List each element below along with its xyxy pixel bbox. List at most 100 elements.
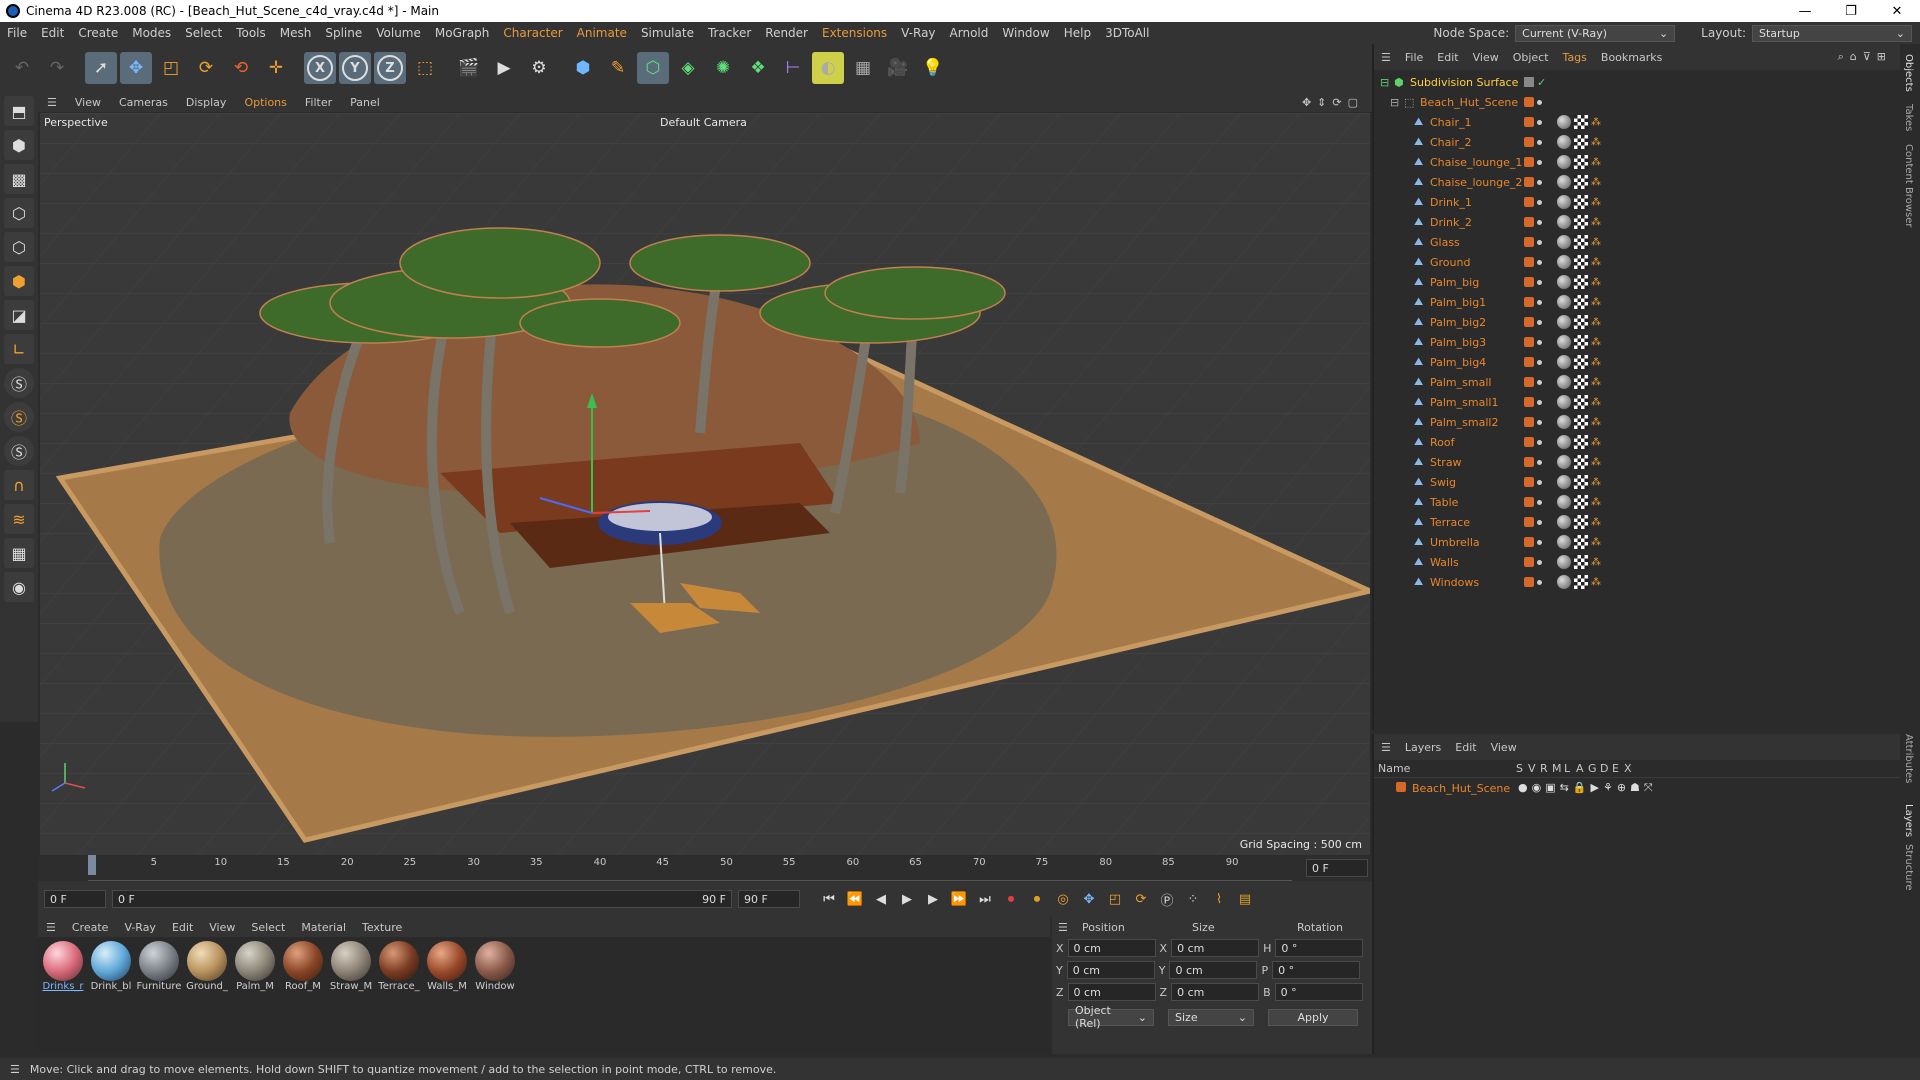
render-settings-icon[interactable]: ⚙ (523, 52, 555, 84)
visibility-dot-icon[interactable] (1537, 219, 1542, 225)
uvw-tag-icon[interactable] (1574, 255, 1588, 269)
vray-tag-icon[interactable]: ⁂ (1591, 477, 1601, 488)
vray-tag-icon[interactable]: ⁂ (1591, 457, 1601, 468)
material-tag-icon[interactable] (1557, 535, 1571, 549)
mograph-icon[interactable]: ❖ (742, 52, 774, 84)
uvw-tag-icon[interactable] (1574, 195, 1588, 209)
object-name[interactable]: Roof (1430, 436, 1454, 449)
material-tag-icon[interactable] (1557, 475, 1571, 489)
panel-menu-icon[interactable]: ☰ (1374, 51, 1398, 64)
object-name[interactable]: Straw (1430, 456, 1462, 469)
layer-color-icon[interactable] (1524, 477, 1534, 487)
timeline-window-icon[interactable]: ⌇ (1208, 888, 1230, 910)
object-name[interactable]: Table (1430, 496, 1458, 509)
material-swatch[interactable]: Straw_M (330, 941, 372, 1054)
key-position-icon[interactable]: ✥ (1078, 888, 1100, 910)
material-tag-icon[interactable] (1557, 115, 1571, 129)
pen-spline-icon[interactable]: ✎ (602, 52, 634, 84)
psr-tool-icon[interactable]: ⟲ (225, 52, 257, 84)
object-name[interactable]: Glass (1430, 236, 1460, 249)
object-name[interactable]: Windows (1430, 576, 1479, 589)
vray-tag-icon[interactable]: ⁂ (1591, 257, 1601, 268)
size-x-field[interactable]: 0 cm (1171, 939, 1260, 957)
polygons-mode-icon[interactable]: ⬢ (4, 266, 34, 296)
object-row[interactable]: ⛰ Chair_2 ⁂ (1374, 132, 1900, 152)
layer-color-icon[interactable] (1524, 257, 1534, 267)
layer-color-icon[interactable] (1524, 577, 1534, 587)
menu-3dtoall[interactable]: 3DToAll (1098, 26, 1156, 40)
material-menu-material[interactable]: Material (293, 921, 354, 934)
object-row[interactable]: ⛰ Drink_2 ⁂ (1374, 212, 1900, 232)
layers-menu-edit[interactable]: Edit (1448, 741, 1483, 754)
transform-tool-icon[interactable]: ✛ (260, 52, 292, 84)
material-tag-icon[interactable] (1557, 395, 1571, 409)
object-name[interactable]: Swig (1430, 476, 1456, 489)
current-frame-field[interactable]: 0 F (1306, 859, 1368, 877)
uvw-tag-icon[interactable] (1574, 215, 1588, 229)
tab-content-browser[interactable]: Content Browser (1903, 144, 1914, 227)
vray-tag-icon[interactable]: ⁂ (1591, 397, 1601, 408)
material-tag-icon[interactable] (1557, 155, 1571, 169)
uvw-tag-icon[interactable] (1574, 355, 1588, 369)
menu-character[interactable]: Character (496, 26, 569, 40)
vray-tag-icon[interactable]: ⁂ (1591, 137, 1601, 148)
object-row[interactable]: ⛰ Palm_big1 ⁂ (1374, 292, 1900, 312)
menu-render[interactable]: Render (758, 26, 815, 40)
menu-spline[interactable]: Spline (318, 26, 369, 40)
uvw-tag-icon[interactable] (1574, 515, 1588, 529)
vray-tag-icon[interactable]: ⁂ (1591, 517, 1601, 528)
tab-structure[interactable]: Structure (1903, 844, 1914, 891)
material-menu-create[interactable]: Create (64, 921, 117, 934)
menu-mesh[interactable]: Mesh (273, 26, 319, 40)
quantize-icon[interactable]: Ⓢ (4, 436, 34, 466)
object-row[interactable]: ⛰ Swig ⁂ (1374, 472, 1900, 492)
deformer-icon[interactable]: ⊢ (777, 52, 809, 84)
workplane-icon[interactable]: ≋ (4, 504, 34, 534)
layer-color-icon[interactable] (1524, 217, 1534, 227)
material-menu-vray[interactable]: V-Ray (116, 921, 164, 934)
material-swatch[interactable]: Terrace_ (378, 941, 420, 1054)
visibility-dot-icon[interactable] (1537, 499, 1542, 505)
camera-label[interactable]: Default Camera (660, 116, 747, 129)
object-row-subdivision[interactable]: ⊟ ⬢ Subdivision Surface ✓ (1374, 72, 1900, 92)
material-swatch[interactable]: Window (474, 941, 516, 1054)
menu-extensions[interactable]: Extensions (815, 26, 894, 40)
object-row[interactable]: ⛰ Palm_big ⁂ (1374, 272, 1900, 292)
material-tag-icon[interactable] (1557, 375, 1571, 389)
object-row[interactable]: ⛰ Palm_big2 ⁂ (1374, 312, 1900, 332)
layer-color-icon[interactable] (1524, 357, 1534, 367)
panel-menu-icon[interactable]: ☰ (0, 1063, 30, 1076)
lock-workplane-icon[interactable]: ◉ (4, 572, 34, 602)
motion-system-icon[interactable]: ▤ (1234, 888, 1256, 910)
object-name[interactable]: Subdivision Surface (1410, 76, 1518, 89)
menu-modes[interactable]: Modes (125, 26, 178, 40)
layers-menu-layers[interactable]: Layers (1398, 741, 1448, 754)
object-name[interactable]: Ground (1430, 256, 1470, 269)
object-name[interactable]: Palm_small2 (1430, 416, 1498, 429)
object-row[interactable]: ⛰ Palm_small2 ⁂ (1374, 412, 1900, 432)
material-tag-icon[interactable] (1557, 215, 1571, 229)
menu-tracker[interactable]: Tracker (701, 26, 758, 40)
vray-tag-icon[interactable]: ⁂ (1591, 357, 1601, 368)
prev-key-icon[interactable]: ⏪ (844, 888, 866, 910)
uvw-tag-icon[interactable] (1574, 135, 1588, 149)
position-y-field[interactable]: 0 cm (1066, 961, 1155, 979)
object-menu-file[interactable]: File (1398, 51, 1430, 64)
vray-tag-icon[interactable]: ⁂ (1591, 377, 1601, 388)
layer-color-icon[interactable] (1524, 237, 1534, 247)
rotation-p-field[interactable]: 0 ° (1272, 961, 1361, 979)
size-y-field[interactable]: 0 cm (1169, 961, 1258, 979)
material-menu-texture[interactable]: Texture (354, 921, 410, 934)
object-menu-edit[interactable]: Edit (1430, 51, 1465, 64)
material-tag-icon[interactable] (1557, 255, 1571, 269)
tab-objects[interactable]: Objects (1903, 54, 1914, 92)
playhead[interactable] (88, 855, 96, 875)
rotation-b-field[interactable]: 0 ° (1274, 983, 1363, 1001)
object-name[interactable]: Chair_2 (1430, 136, 1471, 149)
object-name[interactable]: Umbrella (1430, 536, 1480, 549)
subdivision-icon[interactable]: ⬡ (637, 52, 669, 84)
object-row[interactable]: ⛰ Palm_big3 ⁂ (1374, 332, 1900, 352)
key-rotation-icon[interactable]: ⟳ (1130, 888, 1152, 910)
viewport-menu-options[interactable]: Options (235, 96, 295, 109)
layer-color-icon[interactable] (1396, 781, 1406, 792)
